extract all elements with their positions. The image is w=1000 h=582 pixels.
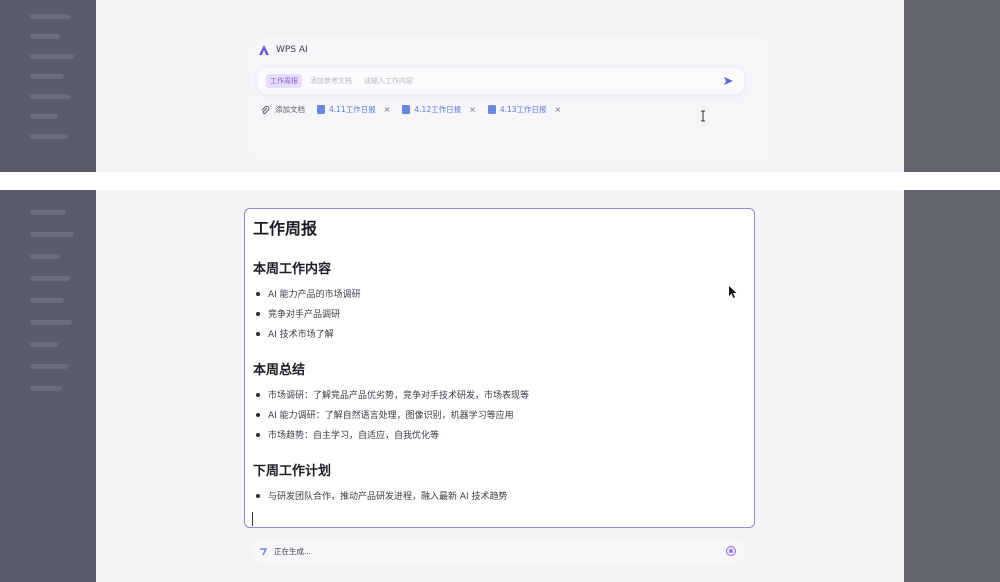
- generation-status-bar: 正在生成...: [252, 538, 744, 564]
- attached-doc-label: 4.13工作日报: [499, 105, 547, 114]
- list-item: AI 能力产品的市场调研: [256, 287, 361, 300]
- document-icon: [317, 105, 325, 114]
- list-item: 与研发团队合作，推动产品研发进程，融入最新 AI 技术趋势: [256, 489, 508, 502]
- section-heading: 本周总结: [253, 363, 306, 378]
- attached-doc-chip[interactable]: 4.13工作日报 ×: [487, 104, 562, 115]
- list-item: 市场趋势：自主学习，自适应，自我优化等: [256, 428, 439, 441]
- attachments-row: 添加文档 4.11工作日报 × 4.12工作日报 × 4.13工作日报 ×: [260, 104, 561, 115]
- doc-title: 工作周报: [253, 219, 318, 238]
- stop-generation-icon[interactable]: [726, 546, 736, 556]
- right-sidebar-blurred: [904, 0, 1000, 172]
- attached-doc-chip[interactable]: 4.12工作日报 ×: [402, 104, 476, 115]
- add-doc-button[interactable]: 添加文档: [260, 104, 305, 115]
- ai-prompt-input[interactable]: 工作周报 添加参考文档 或输入工作内容: [258, 68, 744, 94]
- bottom-panel: 工作周报 本周工作内容 AI 能力产品的市场调研 竞争对手产品调研 AI 技术市…: [0, 190, 1000, 582]
- document-icon: [402, 105, 411, 114]
- text-cursor-icon: [701, 110, 705, 122]
- ai-header: WPS AI: [258, 44, 308, 56]
- add-doc-label: 添加文档: [275, 105, 305, 114]
- list-item: AI 能力调研：了解自然语言处理，图像识别，机器学习等应用: [256, 408, 514, 421]
- generation-status-text: 正在生成...: [274, 546, 312, 556]
- paperclip-icon: [261, 105, 270, 114]
- attached-doc-label: 4.12工作日报: [414, 105, 462, 114]
- mouse-pointer-icon: [729, 286, 737, 298]
- section-heading: 下周工作计划: [253, 464, 332, 479]
- ai-title: WPS AI: [276, 45, 308, 55]
- list-item: 市场调研：了解竞品产品优劣势，竞争对手技术研发，市场表现等: [256, 388, 529, 401]
- attached-doc-label: 4.11工作日报: [329, 105, 376, 114]
- prompt-tag[interactable]: 工作周报: [266, 74, 302, 88]
- text-caret: [252, 512, 253, 526]
- wps-ai-card: [250, 36, 770, 162]
- document-icon: [487, 105, 496, 114]
- section-heading: 本周工作内容: [253, 262, 332, 277]
- wps-ai-logo-icon: [259, 45, 269, 55]
- input-placeholder: 添加参考文档: [310, 77, 352, 85]
- right-sidebar-blurred: [904, 190, 1000, 582]
- close-icon[interactable]: ×: [469, 105, 476, 114]
- send-icon[interactable]: [722, 75, 734, 87]
- list-item: AI 技术市场了解: [256, 327, 334, 340]
- close-icon[interactable]: ×: [555, 105, 562, 114]
- panel-divider: [0, 172, 1000, 190]
- left-sidebar-blurred: [0, 190, 96, 582]
- left-sidebar-blurred: [0, 0, 96, 172]
- generated-content-editor[interactable]: [244, 208, 755, 528]
- attached-doc-chip[interactable]: 4.11工作日报 ×: [317, 104, 390, 115]
- close-icon[interactable]: ×: [384, 105, 391, 114]
- generating-spinner-icon: [260, 548, 268, 556]
- list-item: 竞争对手产品调研: [256, 307, 340, 320]
- input-hint: 或输入工作内容: [364, 77, 413, 85]
